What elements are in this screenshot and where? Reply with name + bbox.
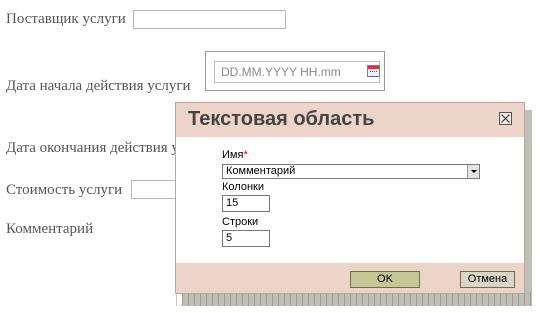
columns-label: Колонки bbox=[222, 181, 264, 193]
start-date-box: DD.MM.YYYY HH.mm bbox=[205, 51, 385, 91]
rows-input[interactable]: 5 bbox=[222, 230, 270, 247]
text-area-dialog: Текстовая область Имя* Комментарий Колон… bbox=[175, 102, 525, 294]
start-date-input[interactable]: DD.MM.YYYY HH.mm bbox=[214, 61, 380, 83]
start-date-placeholder: DD.MM.YYYY HH.mm bbox=[221, 65, 341, 79]
name-select-value: Комментарий bbox=[226, 165, 296, 177]
provider-label: Поставщик услуги bbox=[6, 11, 126, 27]
price-label: Стоимость услуги bbox=[6, 182, 123, 198]
dialog-shadow-texture bbox=[176, 292, 532, 306]
columns-input[interactable]: 15 bbox=[222, 195, 270, 212]
comment-label: Комментарий bbox=[6, 221, 94, 237]
required-mark: * bbox=[243, 149, 248, 161]
name-field-label: Имя* bbox=[222, 149, 248, 161]
rows-label: Строки bbox=[222, 216, 259, 228]
calendar-icon[interactable] bbox=[367, 65, 380, 77]
dialog-footer: OK Отмена bbox=[176, 263, 524, 293]
name-select[interactable]: Комментарий bbox=[222, 164, 480, 179]
ok-button[interactable]: OK bbox=[350, 271, 420, 288]
close-icon[interactable] bbox=[499, 112, 512, 125]
dialog-title-bar[interactable]: Текстовая область bbox=[176, 103, 524, 137]
name-label-text: Имя bbox=[222, 149, 244, 161]
provider-input[interactable] bbox=[133, 10, 286, 29]
cancel-button[interactable]: Отмена bbox=[460, 271, 515, 288]
dialog-title: Текстовая область bbox=[188, 108, 375, 130]
start-date-label: Дата начала действия услуги bbox=[6, 78, 191, 94]
chevron-down-icon[interactable] bbox=[467, 165, 479, 178]
